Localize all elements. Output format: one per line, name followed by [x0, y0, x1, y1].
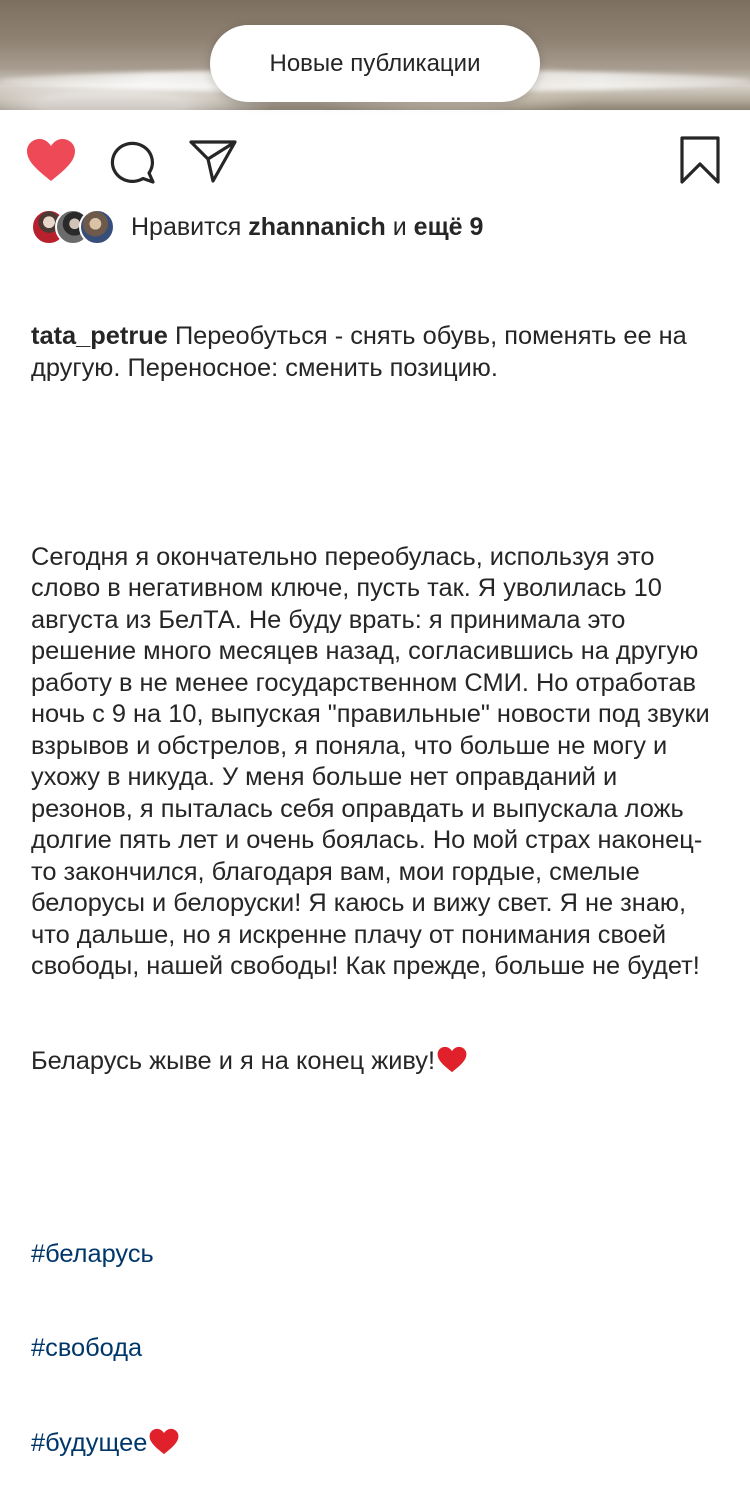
bookmark-icon[interactable]: [680, 136, 720, 184]
red-heart-emoji: [437, 1046, 467, 1082]
likes-connector: и: [392, 212, 407, 241]
caption-closing: Беларусь жыве и я на конец живу!: [31, 1046, 436, 1075]
likes-prefix: Нравится: [131, 212, 242, 241]
liker-avatars: [31, 209, 119, 245]
hashtag-link[interactable]: #свобода: [31, 1334, 142, 1362]
caption-body: Сегодня я окончательно переобулась, испо…: [31, 542, 717, 981]
post-caption: tata_petrue Переобуться - снять обувь, п…: [31, 258, 726, 1495]
heart-filled-icon[interactable]: [26, 138, 76, 182]
new-posts-button[interactable]: Новые публикации: [210, 25, 540, 102]
hashtag-link[interactable]: #будущее: [31, 1429, 147, 1457]
hashtag-link[interactable]: #беларусь: [31, 1240, 154, 1268]
post-actions-bar: [0, 130, 750, 190]
likes-others[interactable]: ещё 9: [414, 213, 484, 242]
likes-row[interactable]: Нравится zhannanich и ещё 9: [31, 207, 483, 247]
avatar: [79, 209, 115, 245]
paper-plane-icon[interactable]: [188, 138, 238, 184]
caption-username[interactable]: tata_petrue: [31, 322, 168, 350]
red-heart-emoji: [149, 1428, 179, 1464]
comment-icon[interactable]: [108, 138, 156, 184]
liker-username[interactable]: zhannanich: [248, 213, 386, 242]
